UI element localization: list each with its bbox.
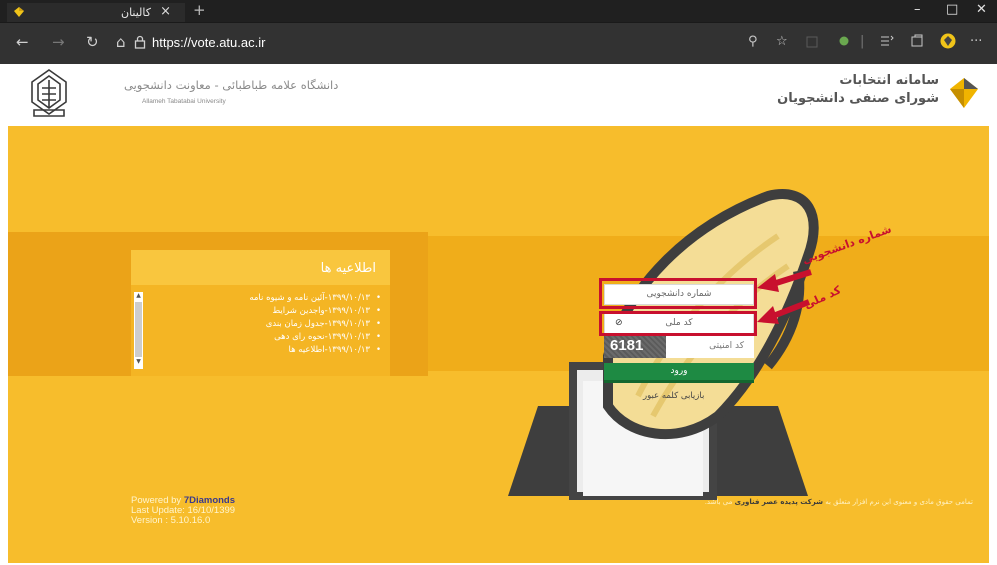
diamond-logo-icon	[950, 78, 978, 108]
browser-tab[interactable]: کالینان ×	[7, 3, 185, 22]
copyright-company[interactable]: شرکت پدیده عصر فناوری	[735, 498, 823, 506]
system-title: سامانه انتخابات شورای صنفی دانشجویان	[777, 72, 939, 108]
footer-info: Powered by 7Diamonds Last Update: 16/10/…	[131, 496, 235, 526]
home-button[interactable]: ⌂	[116, 33, 126, 51]
lock-icon[interactable]	[134, 35, 146, 49]
login-button[interactable]: ورود	[604, 363, 754, 383]
news-item-rules[interactable]: ۱۳۹۹/۱۰/۱۳-آئین نامه و شیوه نامه	[155, 292, 381, 305]
captcha-input-placeholder: کد امنیتی	[709, 341, 744, 351]
news-scrollbar[interactable]: ▲ ▼	[134, 292, 143, 369]
annotation-arrow-student-number	[757, 269, 812, 292]
university-logo-icon	[31, 69, 67, 117]
captcha-image: 6181	[604, 336, 666, 358]
new-tab-button[interactable]: +	[193, 1, 206, 19]
favorites-list-icon[interactable]	[880, 35, 894, 47]
refresh-button[interactable]: ↻	[86, 33, 99, 51]
collections-icon[interactable]	[910, 34, 924, 48]
system-title-line2: شورای صنفی دانشجویان	[777, 91, 939, 106]
news-item-eligible[interactable]: ۱۳۹۹/۱۰/۱۳-واجدین شرایط	[155, 305, 381, 318]
university-name: دانشگاه علامه طباطبائی - معاونت دانشجویی	[124, 78, 339, 92]
news-panel: اطلاعیه ها ۱۳۹۹/۱۰/۱۳-آئین نامه و شیوه ن…	[131, 250, 390, 376]
news-item-schedule[interactable]: ۱۳۹۹/۱۰/۱۳-جدول زمان بندی	[155, 318, 381, 331]
copyright-prefix: تمامی حقوق مادی و معنوی این نرم افزار مت…	[822, 498, 973, 506]
university-name-en: Allameh Tabatabai University	[142, 98, 226, 105]
copyright-suffix: می باشد.	[704, 498, 735, 506]
scroll-down-icon[interactable]: ▼	[134, 358, 143, 367]
back-button[interactable]: ←	[16, 33, 29, 51]
main-content: اطلاعیه ها ۱۳۹۹/۱۰/۱۳-آئین نامه و شیوه ن…	[8, 126, 989, 563]
captcha-field[interactable]: 6181 کد امنیتی	[604, 336, 754, 358]
toolbar-separator: |	[860, 34, 865, 49]
reading-view-icon[interactable]	[806, 36, 818, 48]
highlight-student-number	[599, 278, 757, 309]
version: Version : 5.10.16.0	[131, 515, 211, 526]
extension-icon[interactable]	[838, 35, 850, 47]
tab-title: کالینان	[120, 6, 151, 19]
maximize-button[interactable]: □	[946, 2, 958, 17]
browser-toolbar: ← → ↻ ⌂ https://vote.atu.ac.ir ⚲ ☆ | ···	[0, 22, 997, 64]
settings-more-icon[interactable]: ···	[970, 34, 982, 49]
favorite-star-icon[interactable]: ☆	[776, 34, 788, 49]
recover-password-link[interactable]: بازیابی کلمه عبور	[643, 391, 704, 401]
favicon-icon	[14, 7, 24, 17]
profile-avatar-icon[interactable]	[940, 33, 956, 49]
browser-titlebar: کالینان × + – □ ✕	[0, 0, 997, 22]
highlight-national-code	[599, 311, 757, 336]
copyright-notice: تمامی حقوق مادی و معنوی این نرم افزار مت…	[593, 498, 973, 506]
forward-button[interactable]: →	[52, 33, 65, 51]
scroll-thumb[interactable]	[135, 302, 142, 357]
zoom-icon[interactable]: ⚲	[748, 34, 758, 49]
news-list: ۱۳۹۹/۱۰/۱۳-آئین نامه و شیوه نامه ۱۳۹۹/۱۰…	[155, 292, 381, 357]
site-header: دانشگاه علامه طباطبائی - معاونت دانشجویی…	[8, 64, 989, 126]
news-title: اطلاعیه ها	[131, 250, 390, 285]
minimize-button[interactable]: –	[914, 2, 921, 17]
system-title-line1: سامانه انتخابات	[839, 73, 939, 88]
news-item-voting-method[interactable]: ۱۳۹۹/۱۰/۱۳-نحوه رای دهی	[155, 331, 381, 344]
address-url[interactable]: https://vote.atu.ac.ir	[152, 35, 265, 50]
close-window-button[interactable]: ✕	[976, 2, 987, 17]
scroll-up-icon[interactable]: ▲	[134, 292, 143, 301]
news-item-announcements[interactable]: ۱۳۹۹/۱۰/۱۳-اطلاعیه ها	[155, 344, 381, 357]
tab-close-icon[interactable]: ×	[160, 4, 171, 19]
